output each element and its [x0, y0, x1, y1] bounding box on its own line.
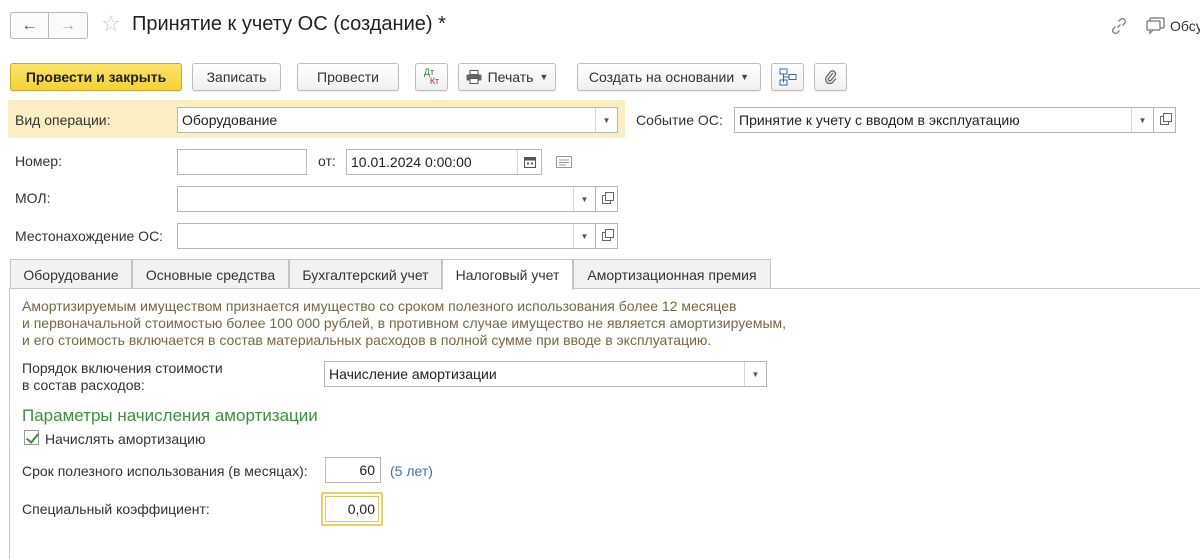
- kt-icon: Кт: [429, 76, 440, 86]
- operation-select[interactable]: Оборудование ▼: [177, 107, 618, 133]
- location-select[interactable]: ▼: [177, 223, 596, 249]
- open-icon: [602, 228, 614, 241]
- coefficient-input[interactable]: 0,00: [325, 496, 379, 522]
- paperclip-icon: [824, 70, 836, 85]
- operation-label: Вид операции:: [15, 112, 111, 128]
- order-value: Начисление амортизации: [329, 366, 497, 382]
- date-input[interactable]: 10.01.2024 0:00:00: [346, 149, 542, 175]
- order-select[interactable]: Начисление амортизации ▼: [324, 361, 767, 387]
- tab-label: Налоговый учет: [455, 267, 560, 283]
- discuss-label[interactable]: Обсу: [1170, 18, 1200, 34]
- tab-label: Бухгалтерский учет: [302, 266, 429, 283]
- open-icon: [1160, 112, 1172, 125]
- chevron-down-icon: ▼: [740, 72, 750, 82]
- location-open-button[interactable]: [596, 223, 618, 249]
- create-based-on-button[interactable]: Создать на основании ▼: [577, 63, 761, 91]
- calendar-icon: [523, 157, 536, 168]
- chevron-down-icon: ▼: [539, 72, 549, 82]
- tab-label: Амортизационная премия: [587, 266, 757, 283]
- structure-icon: [779, 68, 796, 86]
- tab-equipment[interactable]: Оборудование: [10, 259, 132, 289]
- post-and-close-button[interactable]: Провести и закрыть: [10, 63, 182, 91]
- dt-kt-button[interactable]: Дт Кт: [415, 63, 448, 91]
- page-title: Принятие к учету ОС (создание) *: [132, 13, 446, 35]
- mol-label: МОЛ:: [15, 190, 51, 206]
- order-label: Порядок включения стоимости в состав рас…: [22, 360, 223, 394]
- useful-life-label: Срок полезного использования (в месяцах)…: [22, 463, 308, 479]
- back-arrow-icon: ←: [21, 16, 38, 34]
- useful-life-input[interactable]: 60: [325, 457, 381, 483]
- attach-button[interactable]: [814, 63, 847, 91]
- chevron-down-icon[interactable]: ▼: [595, 108, 617, 132]
- chevron-down-icon[interactable]: ▼: [1131, 108, 1153, 132]
- operation-value: Оборудование: [182, 112, 278, 128]
- number-input[interactable]: [177, 149, 307, 175]
- accrue-label[interactable]: Начислять амортизацию: [45, 431, 206, 447]
- useful-life-value: 60: [359, 462, 375, 478]
- calendar-button[interactable]: [517, 150, 541, 174]
- create-based-on-label: Создать на основании: [588, 69, 735, 85]
- link-icon[interactable]: [1110, 17, 1128, 35]
- useful-life-hint: (5 лет): [390, 463, 433, 479]
- forward-arrow-icon: →: [60, 16, 76, 34]
- back-button[interactable]: ←: [10, 12, 49, 39]
- tab-tax-accounting[interactable]: Налоговый учет: [442, 259, 573, 290]
- order-label-line: Порядок включения стоимости: [22, 360, 223, 376]
- structure-button[interactable]: [771, 63, 804, 91]
- post-button[interactable]: Провести: [297, 63, 399, 91]
- post-and-close-label: Провести и закрыть: [25, 69, 167, 85]
- tab-label: Оборудование: [23, 266, 119, 283]
- accrue-checkbox[interactable]: [24, 430, 39, 445]
- order-label-line: в состав расходов:: [22, 377, 145, 393]
- print-button[interactable]: Печать ▼: [458, 63, 556, 91]
- open-icon: [602, 191, 614, 204]
- star-icon[interactable]: ☆: [101, 12, 121, 36]
- event-value: Принятие к учету с вводом в эксплуатацию: [739, 112, 1020, 128]
- location-label: Местонахождение ОС:: [15, 228, 164, 244]
- tab-accounting[interactable]: Бухгалтерский учет: [289, 259, 442, 289]
- comment-icon[interactable]: [556, 156, 572, 168]
- tab-divider: [9, 288, 1200, 289]
- coefficient-value: 0,00: [347, 501, 375, 517]
- forward-button[interactable]: →: [49, 12, 88, 39]
- info-line: Амортизируемым имуществом признается иму…: [22, 298, 737, 314]
- info-line: и его стоимость включается в состав мате…: [22, 332, 712, 348]
- chevron-down-icon[interactable]: ▼: [573, 187, 595, 211]
- chat-icon[interactable]: [1146, 17, 1166, 35]
- date-label: от:: [318, 153, 336, 169]
- section-title: Параметры начисления амортизации: [22, 406, 318, 425]
- tab-fixed-assets[interactable]: Основные средства: [132, 259, 289, 289]
- panel-border: [9, 288, 10, 559]
- save-label: Записать: [206, 69, 267, 85]
- tab-label: Основные средства: [145, 266, 276, 283]
- number-label: Номер:: [15, 153, 62, 169]
- tab-depreciation-bonus[interactable]: Амортизационная премия: [573, 259, 771, 289]
- post-label: Провести: [317, 69, 379, 85]
- event-open-button[interactable]: [1154, 107, 1176, 133]
- mol-select[interactable]: ▼: [177, 186, 596, 212]
- info-line: и первоначальной стоимостью более 100 00…: [22, 315, 787, 331]
- event-label: Событие ОС:: [636, 112, 723, 128]
- save-button[interactable]: Записать: [192, 63, 281, 91]
- print-label: Печать: [487, 69, 534, 85]
- coefficient-label: Специальный коэффициент:: [22, 501, 210, 517]
- chevron-down-icon[interactable]: ▼: [744, 362, 766, 386]
- chevron-down-icon[interactable]: ▼: [573, 224, 595, 248]
- printer-icon: [466, 70, 482, 84]
- info-text: Амортизируемым имуществом признается иму…: [22, 298, 786, 349]
- date-value: 10.01.2024 0:00:00: [351, 154, 472, 170]
- event-select[interactable]: Принятие к учету с вводом в эксплуатацию…: [734, 107, 1154, 133]
- mol-open-button[interactable]: [596, 186, 618, 212]
